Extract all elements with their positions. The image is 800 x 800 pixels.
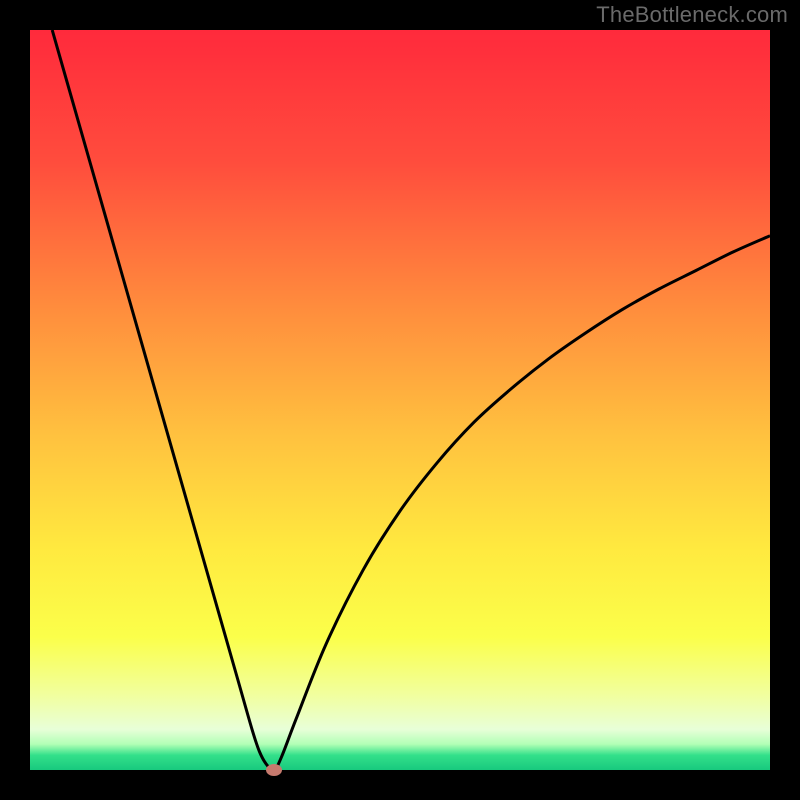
- watermark-text: TheBottleneck.com: [596, 2, 788, 28]
- curve-layer: [30, 30, 770, 770]
- optimal-point-marker: [266, 764, 282, 776]
- plot-area: [30, 30, 770, 770]
- bottleneck-curve: [52, 30, 770, 770]
- chart-container: TheBottleneck.com: [0, 0, 800, 800]
